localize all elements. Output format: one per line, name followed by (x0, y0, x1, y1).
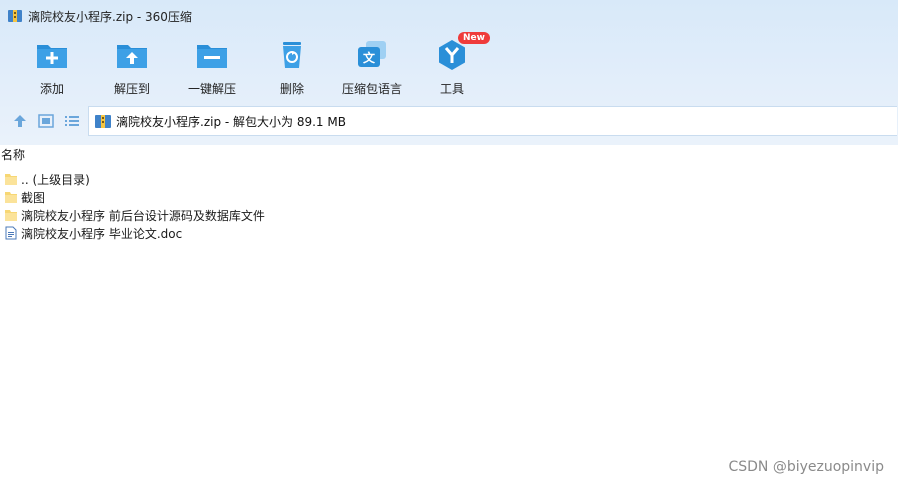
folder-icon (5, 174, 17, 185)
folder-icon (5, 210, 17, 221)
list-view-icon[interactable] (64, 113, 80, 129)
window-title: 漓院校友小程序.zip - 360压缩 (28, 9, 192, 24)
extract-to-button[interactable]: 解压到 (92, 34, 172, 97)
list-item-label: .. (上级目录) (21, 172, 90, 187)
archive-language-label: 压缩包语言 (341, 82, 402, 96)
list-item[interactable]: 漓院校友小程序 前后台设计源码及数据库文件 (0, 206, 265, 224)
main-toolbar: 添加 解压到 一键解压 删除 文 压缩包语言 New 工具 (0, 32, 898, 97)
delete-button[interactable]: 删除 (252, 34, 332, 97)
file-list: .. (上级目录) 截图 漓院校友小程序 前后台设计源码及数据库文件 漓院校友小… (0, 170, 265, 242)
delete-label: 删除 (279, 82, 304, 96)
language-icon: 文 (358, 41, 386, 67)
add-label: 添加 (39, 82, 64, 96)
archive-language-button[interactable]: 文 压缩包语言 (332, 34, 412, 97)
thumbnail-view-icon[interactable] (38, 113, 54, 129)
address-bar[interactable]: 漓院校友小程序.zip - 解包大小为 89.1 MB (88, 106, 897, 136)
title-bar: 漓院校友小程序.zip - 360压缩 (0, 0, 898, 32)
archive-file-icon (95, 115, 111, 128)
svg-text:文: 文 (363, 50, 376, 65)
recycle-bin-icon (283, 42, 301, 68)
up-arrow-icon[interactable] (12, 113, 28, 129)
address-text: 漓院校友小程序.zip - 解包大小为 89.1 MB (116, 114, 346, 129)
list-item[interactable]: 截图 (0, 188, 265, 206)
list-item-label: 漓院校友小程序 毕业论文.doc (21, 226, 183, 241)
list-item-label: 漓院校友小程序 前后台设计源码及数据库文件 (21, 208, 265, 223)
word-doc-icon (5, 226, 17, 240)
extract-folder-icon (117, 45, 147, 68)
tools-label: 工具 (439, 82, 464, 96)
add-folder-icon (37, 45, 67, 68)
one-click-extract-label: 一键解压 (187, 82, 236, 96)
watermark: CSDN @biyezuopinvip (728, 459, 884, 475)
extract-to-label: 解压到 (113, 82, 150, 96)
folder-icon (5, 192, 17, 203)
navigation-bar: 漓院校友小程序.zip - 解包大小为 89.1 MB (0, 106, 898, 136)
list-item[interactable]: 漓院校友小程序 毕业论文.doc (0, 224, 265, 242)
archive-app-icon (8, 10, 22, 22)
list-item[interactable]: .. (上级目录) (0, 170, 265, 188)
one-click-extract-button[interactable]: 一键解压 (172, 34, 252, 97)
list-item-label: 截图 (21, 190, 46, 205)
tools-button[interactable]: New 工具 (412, 32, 492, 97)
new-badge: New (458, 32, 490, 44)
one-click-extract-icon (197, 45, 227, 68)
column-header-name[interactable]: 名称 (0, 146, 25, 164)
add-button[interactable]: 添加 (12, 34, 92, 97)
